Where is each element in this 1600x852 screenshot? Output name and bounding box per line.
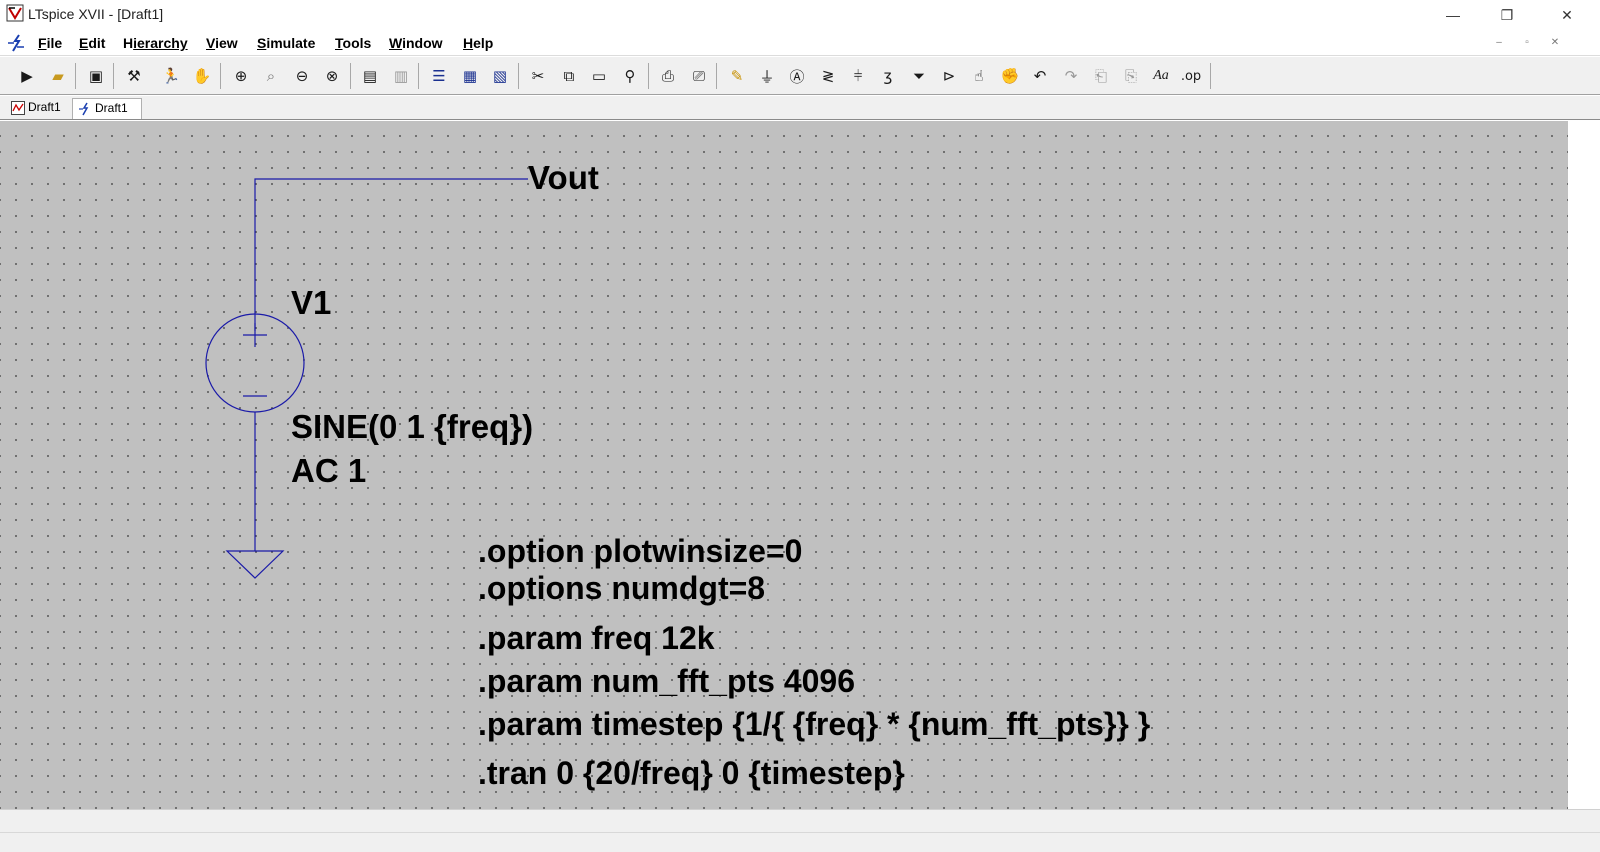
spice-directive[interactable]: .option plotwinsize=0 [478,533,802,570]
inductor-icon[interactable]: ʒ [875,63,901,89]
tab-schematic-draft1[interactable]: Draft1 [72,98,142,119]
title-bar: LTspice XVII - [Draft1] — ❐ ✕ [0,0,1600,30]
schematic-canvas[interactable]: Vout V1 SINE(0 1 {freq}) AC 1 .option pl… [0,121,1568,809]
menu-tools[interactable]: Tools [335,35,371,51]
ltspice-logo-icon [6,4,24,22]
right-edge-panel [1568,121,1600,809]
zoom-in-icon[interactable]: ⊕ [228,63,254,89]
tile-vertical-icon[interactable]: ▧ [487,63,513,89]
close-button[interactable]: ✕ [1544,0,1590,30]
tab-label: Draft1 [95,101,128,115]
pan-hand-icon[interactable]: ✋ [189,63,215,89]
wire-icon[interactable]: ✎ [724,63,750,89]
drag-icon[interactable]: ✊ [997,63,1023,89]
status-bar [0,809,1600,852]
tab-waveform-draft1[interactable]: Draft1 [6,98,70,119]
toolbar-separator [75,63,76,89]
run-icon[interactable]: ▶ [14,63,40,89]
find-icon[interactable]: ⚲ [617,63,643,89]
document-tabs: Draft1 Draft1 [0,96,1600,120]
maximize-button[interactable]: ❐ [1484,0,1530,30]
menu-bar: File Edit Hierarchy View Simulate Tools … [0,30,1600,56]
toolbar-separator [648,63,649,89]
autoscale-icon[interactable]: ▤ [357,63,383,89]
waveform-tab-icon [11,101,25,115]
toolbar-separator [518,63,519,89]
rotate-icon[interactable]: ⎗ [1088,63,1114,89]
ground-icon[interactable] [225,550,285,579]
diode-icon[interactable]: ⏷ [906,63,932,89]
menu-view[interactable]: View [206,35,238,51]
mdi-close-button[interactable]: ✕ [1544,34,1566,52]
menu-edit[interactable]: Edit [79,35,105,51]
spice-directive[interactable]: .param freq 12k [478,620,715,657]
status-divider [0,832,1600,833]
print-icon[interactable]: ⎙ [655,63,681,89]
source-value[interactable]: SINE(0 1 {freq}) [291,408,533,446]
minimize-button[interactable]: — [1430,0,1476,30]
capacitor-icon[interactable]: ⫩ [845,63,871,89]
spice-directive[interactable]: .param num_fft_pts 4096 [478,663,855,700]
source-ac-value[interactable]: AC 1 [291,452,366,490]
toolbar-separator [350,63,351,89]
resistor-icon[interactable]: ≷ [815,63,841,89]
save-icon[interactable]: ▣ [83,63,109,89]
spice-directive[interactable]: .param timestep {1/{ {freq} * {num_fft_p… [478,706,1150,743]
component-icon[interactable]: ⊳ [936,63,962,89]
cut-icon[interactable]: ✂ [525,63,551,89]
source-name-v1[interactable]: V1 [291,284,331,322]
halt-icon[interactable]: 🏃 [158,63,184,89]
menu-simulate[interactable]: Simulate [257,35,315,51]
waveform-icon[interactable]: ▥ [388,63,414,89]
paste-icon[interactable]: ▭ [586,63,612,89]
ground-icon[interactable]: ⏚ [754,63,780,89]
toolbar-separator [1210,63,1211,89]
toolbar-separator [113,63,114,89]
toolbar: ▶ ▰ ▣ ⚒ 🏃 ✋ ⊕ ⌕ ⊖ ⊗ ▤ ▥ ☰ ▦ ▧ ✂ ⧉ ▭ ⚲ ⎙ … [0,57,1600,95]
tab-label: Draft1 [28,100,61,114]
open-icon[interactable]: ▰ [45,63,71,89]
undo-icon[interactable]: ↶ [1027,63,1053,89]
spice-directive[interactable]: .options numdgt=8 [478,570,765,607]
net-label-vout[interactable]: Vout [528,159,599,197]
toolbar-separator [418,63,419,89]
copy-icon[interactable]: ⧉ [556,63,582,89]
tile-horizontal-icon[interactable]: ☰ [426,63,452,89]
zoom-out-icon[interactable]: ⊖ [289,63,315,89]
spice-directive[interactable]: .tran 0 {20/freq} 0 {timestep} [478,755,905,792]
spice-directive-icon[interactable]: .op [1178,63,1204,89]
schematic-icon[interactable] [6,33,26,53]
menu-window[interactable]: Window [389,35,443,51]
control-panel-icon[interactable]: ⚒ [121,63,147,89]
move-icon[interactable]: ☝ [966,63,992,89]
cascade-icon[interactable]: ▦ [457,63,483,89]
mdi-restore-button[interactable]: ▫ [1516,34,1538,52]
redo-icon[interactable]: ↷ [1058,63,1084,89]
zoom-area-icon[interactable]: ⌕ [258,63,284,89]
print-setup-icon[interactable]: ⎚ [686,63,712,89]
source-plus-icon [243,323,267,347]
menu-help[interactable]: Help [463,35,493,51]
menu-file[interactable]: File [38,35,62,51]
schematic-tab-icon [79,102,89,116]
mdi-minimize-button[interactable]: – [1488,34,1510,52]
mirror-icon[interactable]: ⎘ [1118,63,1144,89]
toolbar-separator [716,63,717,89]
text-icon[interactable]: Aa [1148,63,1174,89]
menu-hierarchy[interactable]: Hierarchy [123,35,188,51]
label-net-icon[interactable]: Ⓐ [784,63,810,89]
zoom-fit-icon[interactable]: ⊗ [319,63,345,89]
toolbar-separator [220,63,221,89]
window-title: LTspice XVII - [Draft1] [28,6,164,22]
